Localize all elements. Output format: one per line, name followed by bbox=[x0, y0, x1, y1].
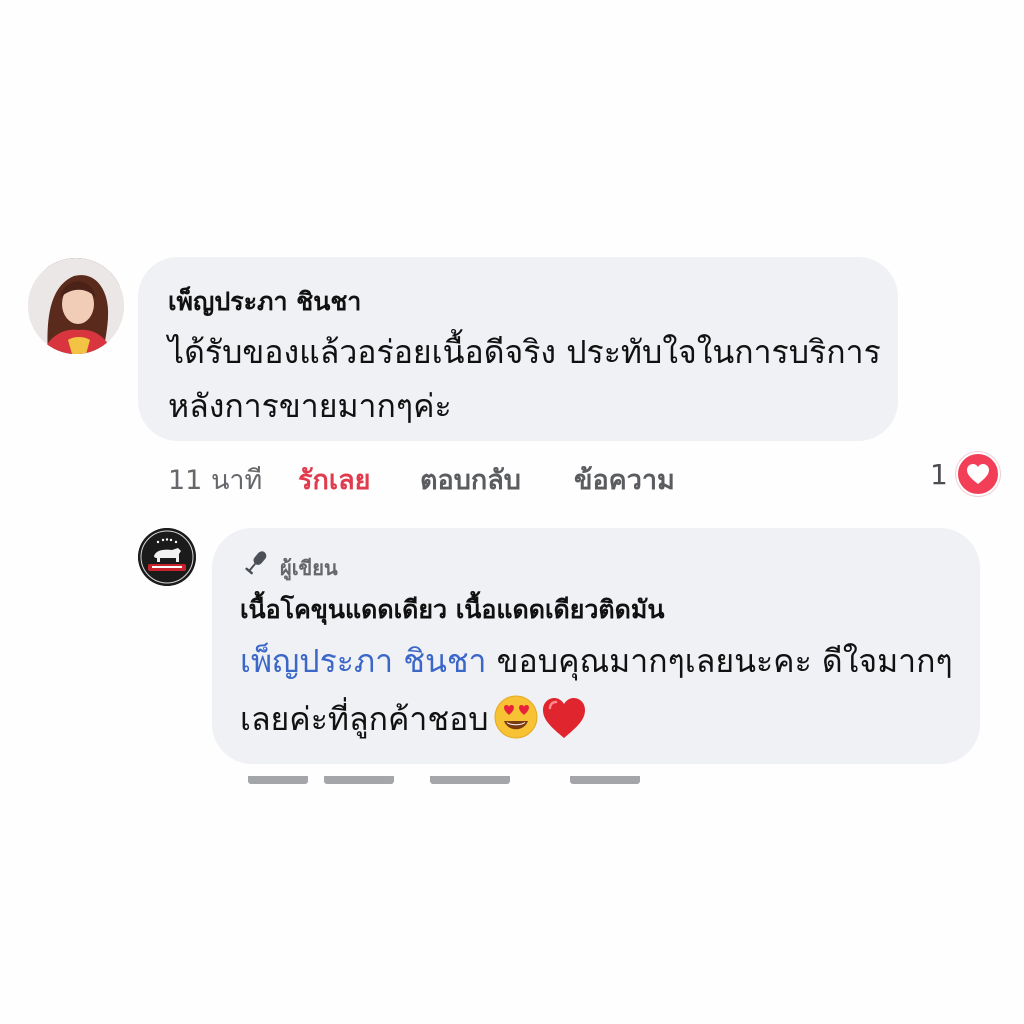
comment-text: ได้รับของแล้วอร่อยเนื้อดีจริง ประทับใจใน… bbox=[168, 333, 881, 425]
author-badge-label: ผู้เขียน bbox=[280, 556, 338, 580]
commenter-photo bbox=[28, 258, 124, 354]
comment-timestamp[interactable]: 11 นาที bbox=[168, 458, 262, 501]
clipped-text bbox=[324, 776, 394, 784]
comment-thread: เพ็ญประภา ชินชา ได้รับของแล้วอร่อยเนื้อด… bbox=[0, 0, 1024, 1024]
mention-link[interactable]: เพ็ญประภา ชินชา bbox=[240, 642, 487, 680]
commenter-avatar[interactable] bbox=[28, 258, 124, 354]
message-button[interactable]: ข้อความ bbox=[574, 458, 675, 501]
clipped-text bbox=[570, 776, 640, 784]
reply-actions-clipped bbox=[240, 776, 680, 790]
heart-icon bbox=[967, 464, 989, 484]
comment-author[interactable]: เพ็ญประภา ชินชา bbox=[168, 282, 361, 322]
reply-button[interactable]: ตอบกลับ bbox=[420, 458, 521, 501]
microphone-icon bbox=[245, 551, 267, 575]
page-avatar[interactable] bbox=[138, 528, 196, 586]
love-reaction-icon[interactable] bbox=[956, 452, 1000, 496]
clipped-text bbox=[430, 776, 510, 784]
reply-text: เพ็ญประภา ชินชา ขอบคุณมากๆเลยนะคะ ดีใจมา… bbox=[240, 632, 970, 748]
heart-eyes-emoji bbox=[494, 695, 538, 739]
red-heart-emoji bbox=[542, 698, 585, 738]
clipped-text bbox=[248, 776, 308, 784]
like-button[interactable]: รักเลย bbox=[298, 458, 370, 501]
page-logo bbox=[138, 528, 196, 586]
reaction-count[interactable]: 1 bbox=[930, 458, 948, 491]
reply-author[interactable]: เนื้อโคขุนแดดเดียว เนื้อแดดเดียวติดมัน bbox=[240, 590, 664, 630]
